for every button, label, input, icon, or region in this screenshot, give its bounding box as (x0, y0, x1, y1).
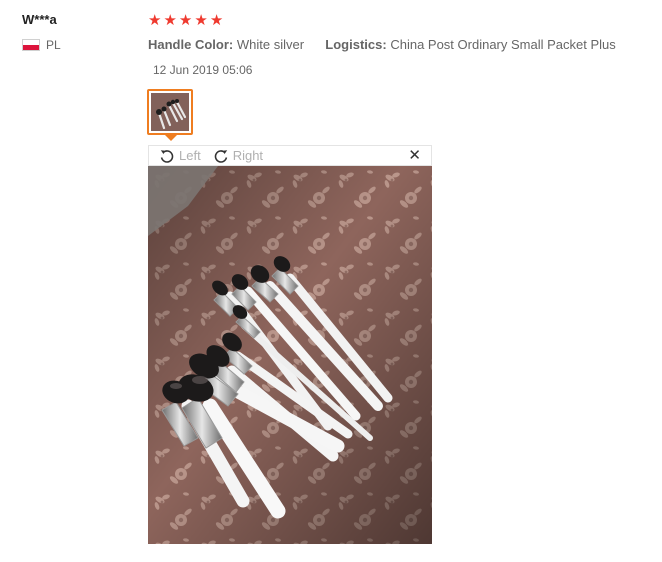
rotate-right-label: Right (232, 148, 264, 163)
rotate-left-icon (160, 149, 174, 163)
attr-value-handle-color: White silver (236, 37, 305, 52)
rotate-left-button[interactable]: Left (159, 148, 201, 164)
star-icon: ★ (148, 12, 162, 29)
attr-value-logistics: China Post Ordinary Small Packet Plus (390, 37, 616, 52)
review-date: 12 Jun 2019 05:06 (153, 63, 253, 77)
star-icon: ★ (163, 12, 177, 29)
country-code: PL (46, 38, 61, 52)
thumbnail-image (151, 93, 189, 131)
rotate-right-button[interactable]: Right (213, 148, 263, 164)
thumbnail-pointer (165, 135, 177, 141)
reviewer-country: PL (22, 38, 61, 52)
reviewer-name: W***a (22, 12, 57, 27)
star-icon: ★ (194, 12, 208, 29)
review-attributes: Handle Color: White silver Logistics: Ch… (148, 37, 616, 52)
poland-flag-icon (22, 39, 40, 51)
review-photo-thumbnail[interactable] (147, 89, 193, 135)
rating-stars: ★ ★ ★ ★ ★ (148, 12, 223, 30)
rotate-right-icon (214, 149, 227, 163)
close-icon[interactable]: ✕ (408, 148, 421, 163)
star-icon: ★ (178, 12, 193, 29)
attr-label-handle-color: Handle Color: (148, 37, 234, 52)
rotate-left-label: Left (179, 148, 201, 163)
star-icon: ★ (209, 12, 224, 29)
image-viewer-toolbar: Left Right ✕ (148, 145, 432, 166)
attr-label-logistics: Logistics: (325, 37, 387, 52)
review-photo-large (148, 166, 432, 544)
